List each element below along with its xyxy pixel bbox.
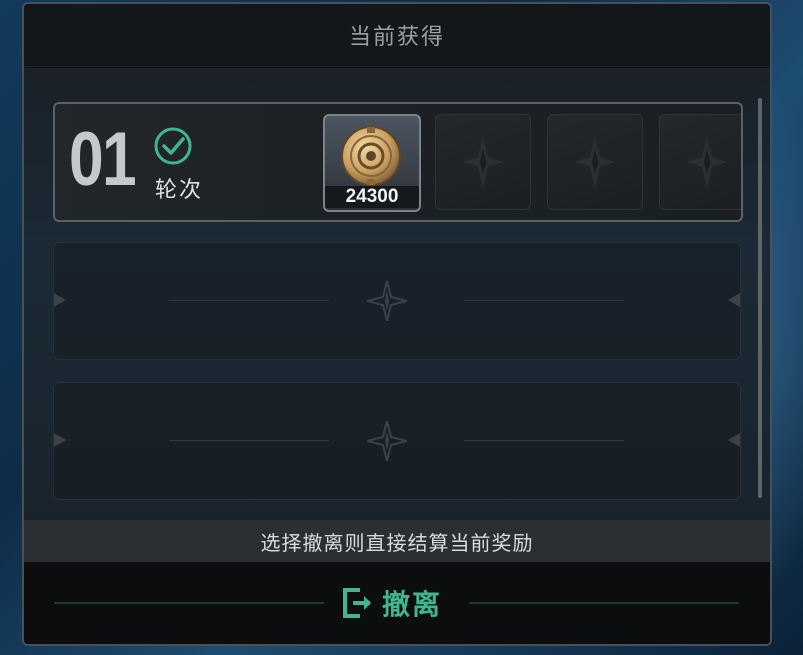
reward-slot-coin[interactable]: 24300 xyxy=(323,114,421,212)
coin-icon xyxy=(341,126,401,186)
four-point-star-icon xyxy=(367,421,407,461)
round-card: 01 轮次 24300 xyxy=(53,102,743,222)
divider xyxy=(169,440,329,441)
retreat-button[interactable]: 撤离 xyxy=(340,580,460,626)
divider xyxy=(464,440,624,441)
rounds-list[interactable]: 01 轮次 24300 xyxy=(24,68,770,520)
divider xyxy=(464,300,624,301)
four-point-star-icon xyxy=(463,135,503,189)
reward-slot-empty xyxy=(435,114,531,210)
check-circle-icon xyxy=(154,127,192,165)
footer: 撤离 xyxy=(24,562,770,644)
left-arrow-icon xyxy=(54,433,66,447)
left-arrow-icon xyxy=(54,293,66,307)
round-label: 轮次 xyxy=(155,178,204,203)
four-point-star-icon xyxy=(575,135,615,189)
reward-count: 24300 xyxy=(325,186,419,208)
rewards-panel: 当前获得 01 轮次 24300 选择撤离则直接结算当前奖励 撤离 xyxy=(22,2,772,646)
empty-round-card xyxy=(53,382,741,500)
notice-bar: 选择撤离则直接结算当前奖励 xyxy=(24,520,770,562)
right-arrow-icon xyxy=(728,293,740,307)
retreat-label: 撤离 xyxy=(382,588,443,621)
four-point-star-icon xyxy=(367,281,407,321)
round-number: 01 xyxy=(69,117,137,202)
empty-round-card xyxy=(53,242,741,360)
exit-icon xyxy=(343,588,371,618)
footer-divider-right xyxy=(469,602,739,604)
divider xyxy=(169,300,329,301)
footer-divider-left xyxy=(54,602,324,604)
notice-text: 选择撤离则直接结算当前奖励 xyxy=(260,530,534,555)
four-point-star-icon xyxy=(687,135,727,189)
right-arrow-icon xyxy=(728,433,740,447)
panel-title: 当前获得 xyxy=(348,25,445,50)
scrollbar[interactable] xyxy=(758,98,762,498)
reward-slot-empty xyxy=(547,114,643,210)
panel-header: 当前获得 xyxy=(24,4,770,67)
reward-slot-empty xyxy=(659,114,741,210)
